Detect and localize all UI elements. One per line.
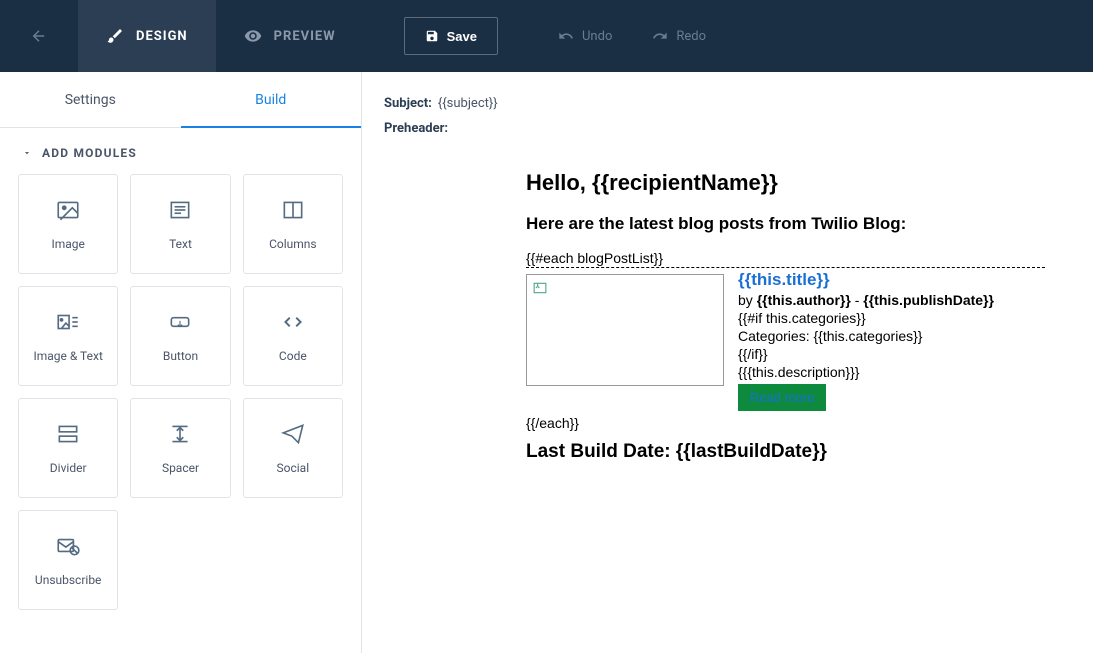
chevron-down-icon	[22, 148, 32, 158]
redo-button[interactable]: Redo	[652, 28, 706, 44]
sidebar-tab-build[interactable]: Build	[181, 72, 362, 127]
module-image[interactable]: Image	[18, 174, 118, 274]
post-byline: by {{this.author}} - {{this.publishDate}…	[738, 292, 1045, 308]
module-label: Spacer	[162, 461, 199, 475]
back-button[interactable]	[0, 0, 78, 72]
topbar: DESIGN PREVIEW Save Undo Redo	[0, 0, 1093, 72]
sidebar: Settings Build ADD MODULES Image Text Co…	[0, 72, 362, 653]
module-label: Social	[277, 461, 310, 475]
module-code[interactable]: Code	[243, 286, 343, 386]
module-label: Button	[163, 349, 198, 363]
columns-icon	[280, 197, 306, 223]
module-image-text[interactable]: Image & Text	[18, 286, 118, 386]
tab-design-label: DESIGN	[136, 29, 188, 44]
undo-label: Undo	[582, 29, 612, 44]
post-block: {{this.title}} by {{this.author}} - {{th…	[526, 274, 1045, 411]
tab-design[interactable]: DESIGN	[78, 0, 216, 72]
section-title: ADD MODULES	[42, 146, 137, 160]
save-label: Save	[447, 29, 477, 44]
image-placeholder[interactable]	[526, 274, 724, 386]
divider-icon	[55, 421, 81, 447]
sidebar-tabs: Settings Build	[0, 72, 361, 128]
save-button[interactable]: Save	[404, 17, 498, 55]
email-preview[interactable]: Hello, {{recipientName}} Here are the la…	[362, 154, 1093, 483]
broken-image-icon	[533, 281, 547, 295]
image-icon	[55, 197, 81, 223]
last-build-date: Last Build Date: {{lastBuildDate}}	[526, 441, 1045, 463]
section-add-modules-toggle[interactable]: ADD MODULES	[0, 128, 361, 174]
post-content: {{this.title}} by {{this.author}} - {{th…	[738, 270, 1045, 411]
module-unsubscribe[interactable]: Unsubscribe	[18, 510, 118, 610]
module-columns[interactable]: Columns	[243, 174, 343, 274]
loop-open: {{#each blogPostList}}	[526, 250, 1045, 268]
post-categories: Categories: {{this.categories}}	[738, 328, 1045, 344]
module-divider[interactable]: Divider	[18, 398, 118, 498]
email-intro: Here are the latest blog posts from Twil…	[526, 214, 1045, 234]
module-label: Text	[169, 237, 192, 251]
post-if-categories: {{#if this.categories}}	[738, 310, 1045, 326]
module-social[interactable]: Social	[243, 398, 343, 498]
post-endif: {{/if}}	[738, 346, 1045, 362]
arrow-left-icon	[30, 27, 48, 45]
tab-preview[interactable]: PREVIEW	[216, 0, 364, 72]
image-text-icon	[55, 309, 81, 335]
preheader-label: Preheader:	[384, 121, 448, 136]
preheader-row[interactable]: Preheader:	[362, 116, 1093, 154]
text-icon	[167, 197, 193, 223]
subject-value: {{subject}}	[438, 96, 498, 111]
email-greeting: Hello, {{recipientName}}	[526, 170, 1045, 196]
spacer-icon	[167, 421, 193, 447]
module-label: Columns	[269, 237, 317, 251]
module-grid: Image Text Columns Image & Text Button C…	[0, 174, 361, 628]
loop-close: {{/each}}	[526, 415, 1045, 431]
post-description: {{{this.description}}}	[738, 364, 1045, 380]
button-icon	[167, 309, 193, 335]
code-icon	[280, 309, 306, 335]
tab-preview-label: PREVIEW	[274, 29, 336, 44]
module-label: Code	[279, 349, 307, 363]
module-label: Image	[51, 237, 84, 251]
module-label: Divider	[50, 461, 87, 475]
module-button[interactable]: Button	[130, 286, 230, 386]
brush-icon	[106, 27, 124, 45]
subject-label: Subject:	[384, 96, 432, 111]
eye-icon	[244, 27, 262, 45]
canvas[interactable]: Subject: {{subject}} Preheader: Hello, {…	[362, 72, 1093, 653]
undo-icon	[558, 28, 574, 44]
main: Settings Build ADD MODULES Image Text Co…	[0, 72, 1093, 653]
sidebar-tab-settings[interactable]: Settings	[0, 72, 181, 127]
redo-icon	[652, 28, 668, 44]
module-text[interactable]: Text	[130, 174, 230, 274]
save-icon	[425, 29, 439, 43]
redo-label: Redo	[676, 29, 706, 44]
subject-row[interactable]: Subject: {{subject}}	[362, 72, 1093, 116]
social-icon	[280, 421, 306, 447]
post-title[interactable]: {{this.title}}	[738, 270, 1045, 290]
module-spacer[interactable]: Spacer	[130, 398, 230, 498]
module-label: Image & Text	[33, 349, 102, 363]
unsubscribe-icon	[55, 533, 81, 559]
read-more-button[interactable]: Read more	[738, 384, 826, 411]
undo-button[interactable]: Undo	[558, 28, 612, 44]
module-label: Unsubscribe	[35, 573, 102, 587]
